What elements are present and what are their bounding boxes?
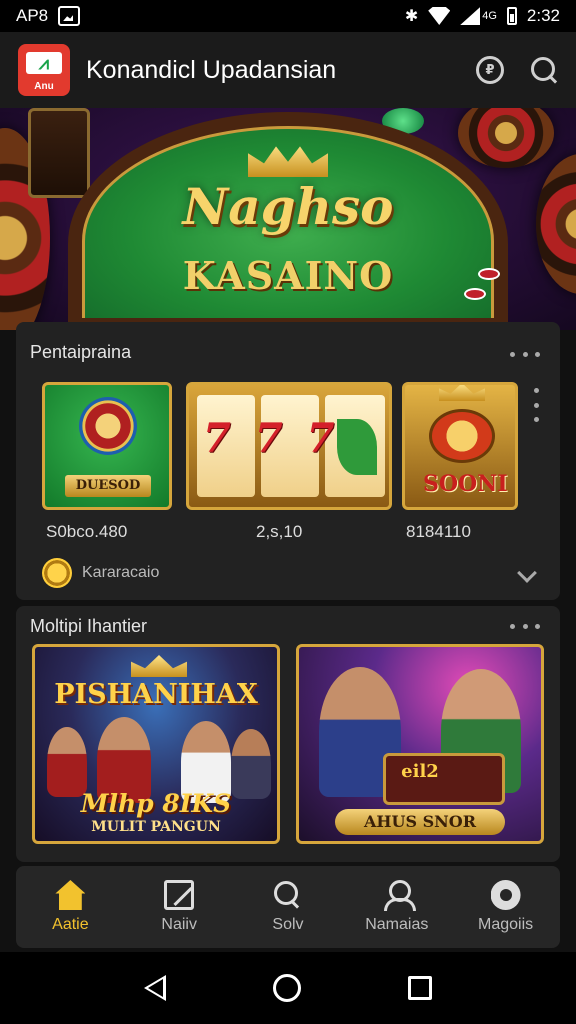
carrier-label: AP8 [16,6,49,25]
slot-machine-image [28,108,90,198]
tile-price: 2,s,10 [256,522,303,541]
more-options-icon[interactable] [510,352,540,358]
more-options-icon[interactable] [510,624,540,630]
status-bar: AP8 ✱ 4G 2:32 [0,0,576,32]
tile-caption: AHUS SNOR [335,809,505,835]
coin-icon[interactable]: ₽ [476,56,504,84]
search-icon [273,880,303,910]
hero-subtitle: KASAINO [182,253,394,298]
player-avatar [231,729,271,799]
crown-icon [131,655,187,677]
home-icon [55,880,86,910]
crown-icon [248,146,328,177]
bottom-navigation: Aatie Naiiv Solv Namaias Magoiis [16,866,560,948]
app-bar: ⩘ Anu Konandicl Upadansian ₽ [0,32,576,108]
section-featured: Pentaipraina DUESOD S0bco.480 777 2,s,10… [16,322,560,600]
roulette-emblem-icon [79,397,137,455]
tile-title: PISHANIHAX [54,679,258,710]
tile-subtitle: Mlhp 8IKS [80,789,232,818]
clock: 2:32 [526,6,560,25]
roulette-wheel-right [536,154,576,294]
tile-label: SOONI [423,471,508,497]
network-label: 4G [482,10,497,22]
tile-price: 8184110 [406,522,471,541]
edit-icon [164,880,195,910]
system-navigation-bar [0,952,576,1024]
player-avatar [47,727,87,797]
nav-item-search[interactable]: Solv [234,866,343,948]
nav-label: Solv [272,916,304,933]
tile-label: DUESOD [65,475,151,497]
nav-item-profile[interactable]: Namaias [342,866,451,948]
chip-icon [464,288,486,300]
game-tile-large[interactable]: eil2 AHUS SNOR [296,644,544,844]
game-tile[interactable]: DUESOD [42,382,172,510]
leaf-icon [337,419,377,475]
user-icon [382,880,416,911]
app-logo[interactable]: ⩘ Anu [18,44,70,96]
bluetooth-icon: ✱ [404,8,419,25]
chip-icon [478,268,500,280]
battery-icon [506,7,517,25]
game-tile[interactable]: SOONI [402,382,518,510]
nav-item-edit[interactable]: Naiiv [125,866,234,948]
nav-label: Magoiis [478,916,534,933]
signal-icon [460,7,481,25]
search-icon[interactable] [530,56,558,84]
logo-mark-icon: ⩘ [26,52,62,74]
tile-title: eil2 [401,761,439,782]
tile-price: S0bco.480 [46,522,128,541]
back-icon[interactable] [143,975,166,1001]
nav-label: Aatie [52,916,89,933]
scroll-more-icon[interactable] [534,388,540,422]
hero-title: Naghso [182,177,394,236]
poker-table: Naghso KASAINO [68,112,508,330]
chevron-down-icon[interactable] [517,563,537,583]
nav-label: Namaias [365,916,429,933]
wifi-icon [428,7,451,25]
recent-apps-icon[interactable] [408,976,433,1000]
nav-item-home[interactable]: Aatie [16,866,125,948]
gallery-icon [58,6,81,26]
app-title: Konandicl Upadansian [86,55,337,84]
hero-banner[interactable]: Naghso KASAINO [0,108,576,330]
game-tile-large[interactable]: PISHANIHAX Mlhp 8IKS MULIT PANGUN [32,644,280,844]
section-multiplayer: Moltipi Ihantier PISHANIHAX Mlhp 8IKS MU… [16,606,560,862]
nav-label: Naiiv [161,916,197,933]
section-title: Moltipi Ihantier [30,616,148,636]
tile-label: 777 [203,415,359,462]
tile-caption: MULIT PANGUN [91,819,221,835]
section-title: Pentaipraina [30,342,132,362]
home-button-icon[interactable] [272,974,301,1002]
nav-item-community[interactable]: Magoiis [451,866,560,948]
crown-icon [439,385,485,401]
coin-icon [42,558,72,588]
section-footer[interactable]: Kararacaio [42,558,159,588]
table-felt: Naghso KASAINO [82,126,494,318]
roulette-wheel-top-right [458,108,554,168]
footer-text: Kararacaio [82,564,160,581]
people-icon [490,880,521,910]
logo-text: Anu [34,81,54,92]
feather-emblem-icon [429,409,495,463]
game-tile[interactable]: 777 [186,382,392,510]
